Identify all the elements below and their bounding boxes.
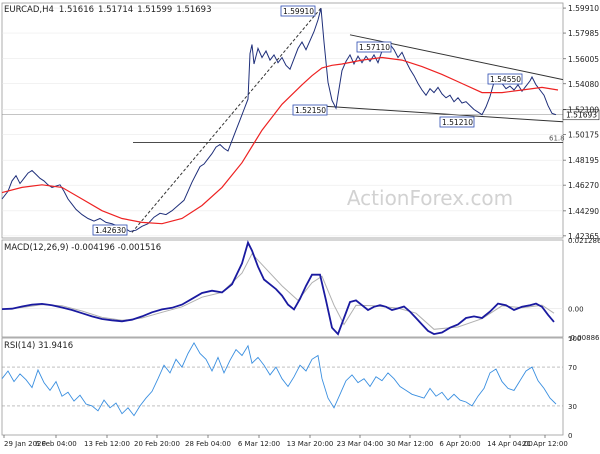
rsi-header: RSI(14) 31.9416 — [4, 341, 73, 351]
watermark-text: ActionForex.com — [347, 186, 513, 210]
price-ytick-label: 1.46270 — [568, 181, 599, 190]
chart-root: ActionForex.com EURCAD,H4 1.51616 1.51714 1… — [0, 0, 600, 450]
annotation-label: 1.52150 — [295, 106, 326, 115]
xtick-label: 23 Mar 04:00 — [337, 440, 384, 448]
macd-ytick-label: 0.00 — [568, 305, 584, 313]
price-ytick-label: 1.56005 — [568, 55, 599, 64]
macd-ytick-label: 0.021286 — [568, 237, 600, 245]
uptrend-channel-line — [131, 7, 322, 233]
annotation-label: 1.57110 — [359, 43, 390, 52]
macd-header: MACD(12,26,9) -0.004196 -0.001516 — [4, 243, 161, 253]
rsi-ytick-label: 30 — [568, 403, 577, 411]
xtick-label: 13 Feb 12:00 — [84, 440, 130, 448]
price-ytick-label: 1.48195 — [568, 156, 599, 165]
annotation-label: 1.54550 — [490, 75, 521, 84]
xtick-label: 28 Feb 04:00 — [185, 440, 231, 448]
xtick-label: 13 Mar 20:00 — [287, 440, 334, 448]
price-ytick-label: 1.44290 — [568, 207, 599, 216]
annotation-label: 1.51210 — [442, 118, 473, 127]
macd-panel-frame — [1, 239, 564, 338]
xtick-label: 20 Feb 20:00 — [134, 440, 180, 448]
xtick-label: 6 Mar 12:00 — [238, 440, 280, 448]
panel-frames — [1, 2, 564, 436]
price-header: EURCAD,H4 1.51616 1.51714 1.51599 1.51693 — [4, 5, 212, 15]
rsi-ytick-label: 0 — [568, 432, 572, 440]
header-open: 1.51616 — [59, 5, 94, 15]
xtick-label: 6 Apr 20:00 — [439, 440, 480, 448]
price-ytick-label: 1.57985 — [568, 29, 599, 38]
gridlines — [2, 7, 566, 438]
header-high: 1.51714 — [98, 5, 133, 15]
xtick-label: 21 Apr 12:00 — [522, 440, 568, 448]
rsi-ytick-label: 100 — [568, 335, 581, 343]
header-close: 1.51693 — [176, 5, 211, 15]
xtick-label: 30 Mar 12:00 — [387, 440, 434, 448]
header-symbol: EURCAD,H4 — [4, 5, 54, 15]
current-price-label: 1.51693 — [566, 111, 597, 120]
xtick-label: 6 Feb 04:00 — [35, 440, 76, 448]
rsi-panel-frame — [1, 337, 564, 436]
price-ytick-label: 1.50175 — [568, 130, 599, 139]
rsi-line — [1, 341, 557, 417]
fib-label: 61.8 — [549, 135, 565, 143]
price-ytick-label: 1.59910 — [568, 4, 599, 13]
annotation-label: 1.59910 — [283, 7, 314, 16]
chart-labels: 1.599101.579851.560051.540801.521001.501… — [4, 4, 600, 448]
price-ytick-label: 1.54080 — [568, 80, 599, 89]
chart-canvas: ActionForex.com EURCAD,H4 1.51616 1.51714 1… — [1, 2, 600, 448]
annotation-label: 1.42630 — [95, 226, 126, 235]
rsi-ytick-label: 70 — [568, 364, 577, 372]
chart-marks — [1, 7, 600, 417]
macd-line — [1, 240, 555, 336]
header-low: 1.51599 — [137, 5, 172, 15]
